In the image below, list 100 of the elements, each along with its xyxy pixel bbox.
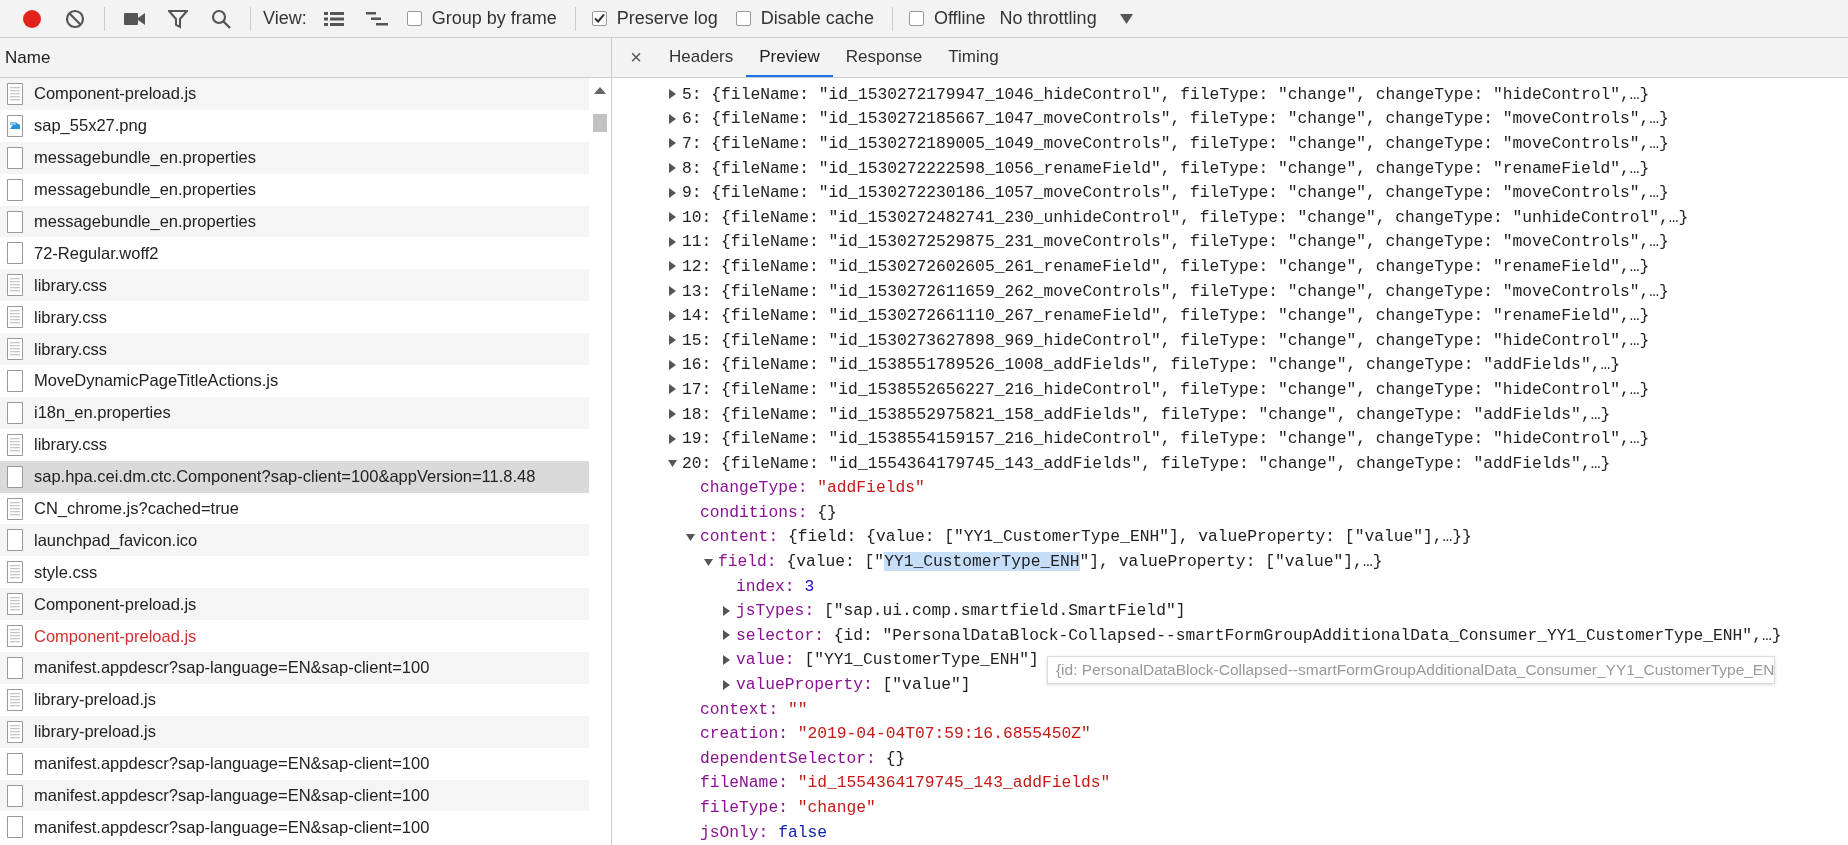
tree-entry[interactable]: 15: {fileName: "id_1530273627898_969_hideControl", fileType: "change", changeType: "hideControl",…} [682,330,1650,350]
request-row[interactable]: Component-preload.js [0,588,589,621]
tree-entry[interactable]: content: {field: {value: ["YY1_CustomerType_ENH"], valueProperty: ["value"],…}} [700,527,1472,547]
scrollbar-thumb[interactable] [593,114,607,132]
tree-entry[interactable]: 12: {fileName: "id_1530272602605_261_renameField", fileType: "change", changeType: "renameField",…} [682,256,1650,276]
tree-entry[interactable]: field: {value: ["YY1_CustomerType_ENH"], valueProperty: ["value"],…} [718,552,1383,572]
scroll-up-icon[interactable] [594,87,606,94]
collapsed-arrow-icon[interactable] [668,335,677,346]
tree-entry[interactable]: 14: {fileName: "id_1530272661110_267_renameField", fileType: "change", changeType: "renameField",…} [682,306,1650,326]
tab[interactable]: Headers [656,38,747,77]
collapsed-arrow-icon[interactable] [722,630,731,641]
throttling-dropdown[interactable]: No throttling [999,8,1097,29]
tree-value-line: context: "" [700,699,808,719]
collapsed-arrow-icon[interactable] [668,433,677,444]
request-row[interactable]: manifest.appdescr?sap-language=EN&sap-client=100 [0,652,589,684]
tree-entry[interactable]: 17: {fileName: "id_1538552656227_216_hideControl", fileType: "change", changeType: "hideControl",…} [682,379,1650,399]
image-file-icon [6,113,24,138]
search-icon[interactable] [210,8,231,29]
tree-entry[interactable]: 6: {fileName: "id_1530272185667_1047_moveControls", fileType: "change", changeType: "moveControls",…} [682,109,1669,129]
filter-icon[interactable] [167,8,188,29]
tab[interactable]: Preview [746,38,833,77]
expanded-arrow-icon[interactable] [704,556,713,567]
waterfall-icon[interactable] [366,10,389,27]
collapsed-arrow-icon[interactable] [668,359,677,370]
collapsed-arrow-icon[interactable] [668,187,677,198]
request-row[interactable]: launchpad_favicon.ico [0,524,589,557]
collapsed-arrow-icon[interactable] [668,286,677,297]
request-row[interactable]: messagebundle_en.properties [0,141,589,174]
tree-value-line: creation: "2019-04-04T07:59:16.6855450Z" [700,724,1091,744]
view-label: View: [263,8,307,29]
tree-value-line: conditions: {} [700,502,837,522]
collapsed-arrow-icon[interactable] [668,212,677,223]
collapsed-arrow-icon[interactable] [668,409,677,419]
document-icon [6,81,24,106]
caret-icon[interactable] [1119,13,1133,24]
collapsed-arrow-icon[interactable] [668,89,677,100]
collapsed-arrow-icon[interactable] [722,654,731,665]
tree-entry[interactable]: 7: {fileName: "id_1530272189005_1049_moveControls", fileType: "change", changeType: "moveControls",…} [682,134,1669,153]
list-view-icon[interactable] [324,10,345,27]
collapsed-arrow-icon[interactable] [668,163,677,174]
tree-entry[interactable]: selector: {id: "PersonalDataBlock-Collapsed--smartFormGroupAdditionalData_Consumer_YY1_CustomerType_ENH",…} [736,625,1782,645]
close-button[interactable]: × [616,38,656,77]
checkbox-option[interactable]: Group by frame [406,8,557,29]
request-row[interactable]: manifest.appdescr?sap-language=EN&sap-client=100 [0,779,589,812]
checkbox[interactable] [591,11,607,26]
request-row[interactable]: library.css [0,333,589,365]
tree-entry[interactable]: jsTypes: ["sap.ui.comp.smartfield.SmartField"] [736,601,1186,621]
checkbox[interactable] [406,11,422,26]
blank-file-icon [6,209,24,234]
expanded-arrow-icon[interactable] [686,532,695,542]
blank-file-icon [6,177,24,202]
checkbox-option[interactable]: Offline [908,8,986,29]
tree-entry[interactable]: 10: {fileName: "id_1530272482741_230_unhideControl", fileType: "change", changeType: "unhideControl",…} [682,207,1689,227]
request-row[interactable]: i18n_en.properties [0,396,589,429]
document-icon [6,273,24,298]
blank-file-icon [6,528,24,553]
tree-entry[interactable]: valueProperty: ["value"] [736,675,971,695]
request-row[interactable]: library.css [0,269,589,302]
tree-entry[interactable]: 11: {fileName: "id_1530272529875_231_moveControls", fileType: "change", changeType: "moveControls",…} [682,232,1669,252]
collapsed-arrow-icon[interactable] [722,679,731,690]
blank-file-icon [6,815,24,840]
record-icon[interactable] [20,7,43,30]
collapsed-arrow-icon[interactable] [668,236,677,247]
column-header[interactable]: Name [0,47,51,68]
tree-entry[interactable]: 16: {fileName: "id_1538551789526_1008_addFields", fileType: "change", changeType: "addFields",…} [682,355,1620,375]
document-icon [6,305,24,330]
document-icon [6,432,24,457]
collapsed-arrow-icon[interactable] [722,605,731,616]
tree-value-line: jsOnly: false [700,822,828,842]
blank-file-icon [6,400,24,425]
tree-entry[interactable]: 18: {fileName: "id_1538552975821_158_addFields", fileType: "change", changeType: "addFields",…} [682,404,1611,424]
document-icon [6,337,24,362]
tree-entry[interactable]: 20: {fileName: "id_1554364179745_143_addFields", fileType: "change", changeType: "addFields",…} [682,453,1611,473]
blank-file-icon [6,368,24,393]
checkbox-option[interactable]: Preserve log [591,8,718,29]
tree-entry[interactable]: value: ["YY1_CustomerType_ENH"] [736,650,1039,670]
tab[interactable]: Response [832,38,936,77]
collapsed-arrow-icon[interactable] [668,138,677,149]
checkbox-option[interactable]: Disable cache [735,8,874,29]
collapsed-arrow-icon[interactable] [668,310,677,321]
tree-entry[interactable]: 13: {fileName: "id_1530272611659_262_moveControls", fileType: "change", changeType: "moveControls",…} [682,281,1669,301]
request-row[interactable]: Component-preload.js [0,78,589,110]
tree-entry[interactable]: 19: {fileName: "id_1538554159157_216_hideControl", fileType: "change", changeType: "hideControl",…} [682,429,1650,449]
blank-file-icon [6,145,24,170]
collapsed-arrow-icon[interactable] [668,261,677,272]
request-row[interactable]: messagebundle_en.properties [0,205,589,238]
blank-file-icon [6,464,24,489]
clear-icon[interactable] [64,8,85,29]
collapsed-arrow-icon[interactable] [668,384,677,395]
expanded-arrow-icon[interactable] [668,458,677,469]
collapsed-arrow-icon[interactable] [668,113,677,124]
tree-entry[interactable]: 9: {fileName: "id_1530272230186_1057_moveControls", fileType: "change", changeType: "moveControls",…} [682,183,1669,203]
request-row[interactable]: library-preload.js [0,715,589,748]
tree-value-line: dependentSelector: {} [700,748,906,768]
tab[interactable]: Timing [935,38,1012,77]
checkbox[interactable] [908,11,924,26]
checkbox[interactable] [735,11,751,26]
request-row[interactable]: sap.hpa.cei.dm.ctc.Component?sap-client=100&appVersion=11.8.48 [0,460,589,493]
tree-entry[interactable]: 5: {fileName: "id_1530272179947_1046_hideControl", fileType: "change", changeType: "hideControl",…} [682,84,1650,104]
tree-entry[interactable]: 8: {fileName: "id_1530272222598_1056_renameField", fileType: "change", changeType: "renameField",…} [682,158,1650,178]
